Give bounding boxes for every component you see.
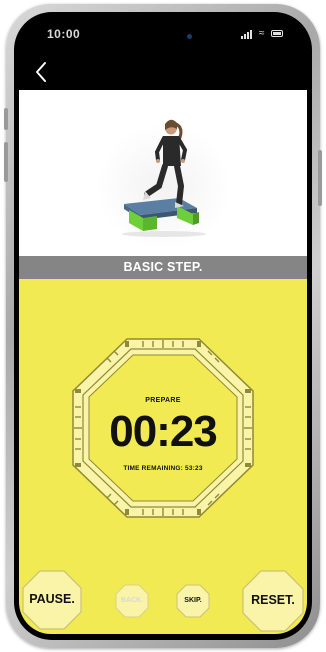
countdown-value: 00:23 <box>109 407 218 456</box>
reset-button[interactable]: RESET. <box>241 569 305 633</box>
woman-step-illustration <box>89 110 239 250</box>
exercise-title: BASIC STEP. <box>19 256 307 279</box>
phone-side-button <box>4 142 8 182</box>
back-chevron-icon[interactable] <box>31 57 53 87</box>
timer-panel: PREPARE 00:23 TIME REMAINING: 53:23 PAUS… <box>19 279 307 634</box>
phone-side-button <box>318 150 322 206</box>
time-remaining-label: TIME REMAINING: <box>123 465 184 472</box>
pause-button[interactable]: PAUSE. <box>21 569 83 631</box>
countdown-timer: PREPARE 00:23 TIME REMAINING: 53:23 <box>69 335 257 521</box>
battery-icon <box>271 30 283 37</box>
signal-icon <box>244 34 246 39</box>
skip-label: SKIP. <box>184 597 202 604</box>
skip-button[interactable]: SKIP. <box>176 584 210 618</box>
time-remaining-value: 53:23 <box>185 465 203 472</box>
wifi-icon: ≈ <box>259 28 265 39</box>
front-camera-icon <box>187 34 192 39</box>
app-screen: 10:00 ≈ BASIC STEP. PREPARE 00:23 TIME R… <box>19 17 307 634</box>
timer-phase: PREPARE <box>145 397 181 404</box>
exercise-image <box>19 90 307 256</box>
reset-label: RESET. <box>251 593 295 607</box>
time-remaining: TIME REMAINING: 53:23 <box>69 465 257 472</box>
signal-icon <box>241 36 243 39</box>
back-button[interactable]: BACK. <box>115 584 149 618</box>
phone-side-button <box>4 108 8 130</box>
pause-label: PAUSE. <box>29 592 75 606</box>
back-label: BACK. <box>120 597 144 604</box>
status-time: 10:00 <box>47 27 81 41</box>
camera-notch <box>133 31 193 41</box>
status-icons: ≈ <box>241 29 285 39</box>
signal-icon <box>250 30 252 39</box>
status-bar: 10:00 ≈ <box>19 17 307 51</box>
signal-icon <box>247 32 249 39</box>
